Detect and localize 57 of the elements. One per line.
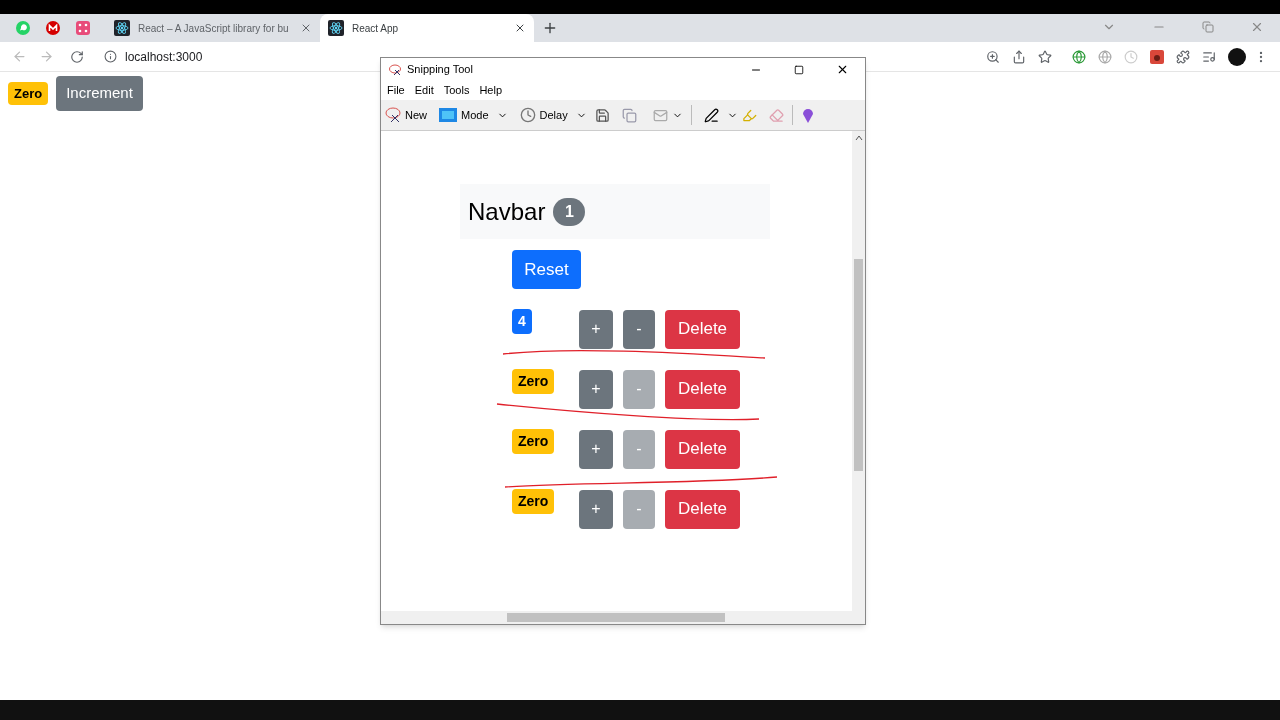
navbar-title: Navbar [468, 196, 546, 227]
vertical-scrollbar[interactable] [852, 131, 865, 611]
plus-button[interactable]: + [579, 369, 613, 409]
mode-button[interactable]: Mode [439, 106, 489, 124]
count-badge: 1 [553, 197, 586, 226]
reset-button[interactable]: Reset [512, 250, 581, 289]
window-title: Snipping Tool [407, 62, 474, 78]
mail-icon[interactable] [46, 21, 60, 35]
clock-icon [519, 107, 536, 123]
plus-button[interactable]: + [579, 429, 613, 469]
browser-tab[interactable]: React App [320, 14, 534, 42]
close-icon[interactable] [514, 22, 526, 34]
save-icon[interactable] [594, 107, 610, 123]
plus-button[interactable]: + [579, 489, 613, 529]
copy-icon[interactable] [621, 107, 637, 123]
new-tab-icon[interactable] [542, 20, 558, 36]
avatar-icon[interactable] [1228, 47, 1246, 66]
reload-icon[interactable] [70, 49, 84, 64]
extension-icon[interactable] [1150, 49, 1164, 64]
info-icon [104, 50, 117, 63]
zoom-icon[interactable] [986, 49, 1000, 64]
menu-item[interactable]: Help [479, 82, 502, 99]
rectangle-icon [439, 108, 457, 122]
url-text: localhost:3000 [125, 48, 203, 66]
scroll-up-icon[interactable] [854, 135, 863, 141]
delete-button[interactable]: Delete [665, 429, 740, 469]
delete-button[interactable]: Delete [665, 369, 740, 409]
minus-button[interactable]: - [623, 309, 655, 349]
globe-icon[interactable] [1072, 49, 1086, 64]
delete-button[interactable]: Delete [665, 489, 740, 529]
puzzle-icon[interactable] [1176, 49, 1190, 64]
count-badge: Zero [512, 369, 555, 394]
menu-item[interactable]: Edit [414, 82, 434, 99]
count-badge: Zero [512, 489, 555, 514]
plus-button[interactable]: + [579, 309, 613, 349]
delete-button[interactable]: Delete [665, 309, 740, 349]
count-badge: Zero [8, 81, 49, 105]
new-button[interactable]: New [385, 106, 427, 124]
atom-icon [114, 20, 130, 36]
pen-icon[interactable] [703, 107, 719, 123]
tab-title: React App [352, 21, 400, 36]
increment-button[interactable]: Increment [56, 76, 143, 111]
tab-title: React – A JavaScript library for bu [138, 21, 290, 36]
atom-icon [328, 20, 344, 36]
browser-tab[interactable]: React – A JavaScript library for bu [106, 14, 320, 42]
maximize-icon[interactable] [794, 64, 804, 75]
count-badge: 4 [512, 309, 532, 334]
share-icon[interactable] [1012, 49, 1026, 64]
close-icon[interactable] [836, 63, 849, 76]
horizontal-scrollbar[interactable] [381, 611, 865, 624]
delay-button[interactable]: Delay [519, 106, 568, 124]
playlist-icon[interactable] [1202, 49, 1216, 64]
count-badge: Zero [512, 429, 555, 454]
dice-icon[interactable] [76, 21, 90, 35]
menu-item[interactable]: File [387, 82, 405, 99]
menu-item[interactable]: Tools [443, 82, 470, 99]
star-icon[interactable] [1038, 49, 1052, 64]
